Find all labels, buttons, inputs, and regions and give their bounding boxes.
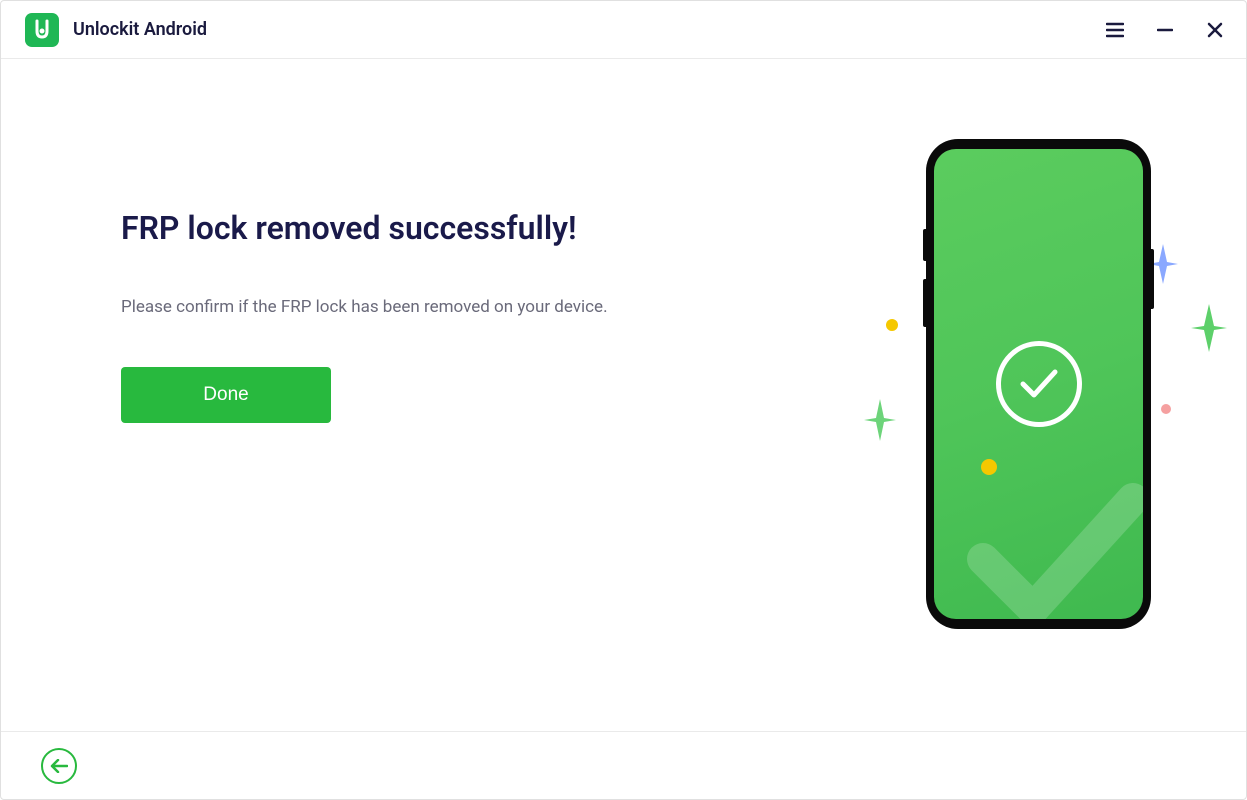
titlebar-left: Unlockit Android xyxy=(25,13,207,47)
titlebar: Unlockit Android xyxy=(1,1,1246,59)
phone-illustration xyxy=(926,139,1151,629)
message-panel: FRP lock removed successfully! Please co… xyxy=(1,59,686,731)
footer xyxy=(1,731,1246,799)
success-check-icon xyxy=(996,341,1082,427)
success-heading: FRP lock removed successfully! xyxy=(121,209,646,247)
decorative-dot xyxy=(981,459,997,475)
sparkle-icon xyxy=(864,399,896,441)
app-logo xyxy=(25,13,59,47)
window-controls xyxy=(1104,19,1226,41)
large-checkmark-icon xyxy=(953,479,1143,619)
phone-screen xyxy=(934,149,1143,619)
app-title: Unlockit Android xyxy=(73,19,207,40)
confirm-text: Please confirm if the FRP lock has been … xyxy=(121,297,646,317)
decorative-dot xyxy=(1161,404,1171,414)
sparkle-icon xyxy=(1191,304,1227,352)
done-button[interactable]: Done xyxy=(121,367,331,423)
main-content: FRP lock removed successfully! Please co… xyxy=(1,59,1246,731)
illustration-panel xyxy=(686,59,1246,731)
back-button[interactable] xyxy=(41,748,77,784)
close-button[interactable] xyxy=(1204,19,1226,41)
menu-button[interactable] xyxy=(1104,19,1126,41)
minimize-button[interactable] xyxy=(1154,19,1176,41)
decorative-dot xyxy=(886,319,898,331)
